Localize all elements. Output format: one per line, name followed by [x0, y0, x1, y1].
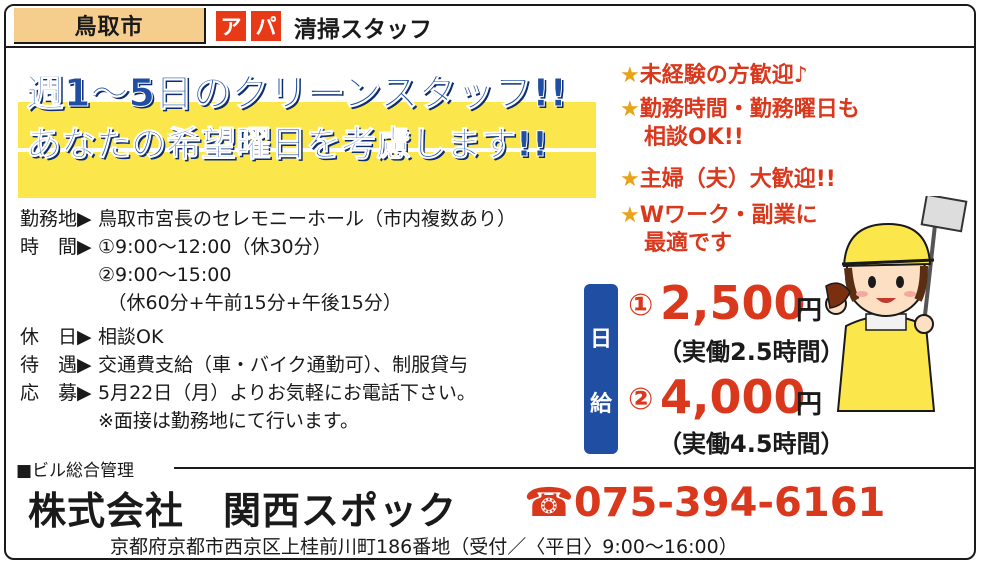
company-address: 京都府京都市西京区上桂前川町186番地（受付／〈平日〉9:00〜16:00）: [110, 536, 738, 558]
info-row-hours-break: （休60分+午前15分+午後15分）: [20, 290, 402, 316]
info-row-benefits: 待 遇▶ 交通費支給（車・バイク通勤可）、制服貸与: [20, 352, 468, 378]
info-value: （休60分+午前15分+午後15分）: [98, 292, 402, 314]
phone-icon: ☎: [524, 480, 574, 526]
pay-amount-1: 2,500: [660, 276, 806, 330]
info-value: 相談OK: [98, 326, 164, 348]
bullet-homemakers: ★主婦（夫）大歓迎!!: [620, 167, 836, 192]
info-row-location: 勤務地▶ 鳥取市宮長のセレモニーホール（市内複数あり）: [20, 206, 516, 232]
info-key: 待 遇▶: [20, 354, 92, 376]
info-value: ②9:00〜15:00: [98, 264, 232, 286]
pay-note-2: （実働4.5時間）: [658, 430, 845, 458]
star-icon: ★: [620, 203, 640, 228]
pay-unit-2: 円: [796, 390, 823, 420]
pay-mark-1: ①: [628, 288, 654, 323]
info-key: 勤務地▶: [20, 208, 92, 230]
star-icon: ★: [620, 97, 640, 122]
phone-number[interactable]: ☎075-394-6161: [524, 480, 885, 526]
pay-note-1: （実働2.5時間）: [658, 338, 845, 366]
info-row-apply: 応 募▶ 5月22日（月）よりお気軽にお電話下さい。: [20, 380, 476, 406]
pay-amount-2: 4,000: [660, 370, 806, 424]
ad-header: 鳥取市 ア パ 清掃スタッフ: [6, 6, 974, 48]
info-value: ※面接は勤務地にて行います。: [98, 410, 360, 432]
bullet-inexperienced: ★未経験の方歓迎♪: [620, 63, 808, 88]
badge-part-a: ア: [216, 11, 246, 41]
info-key: 応 募▶: [20, 382, 92, 404]
headline-line-2: あなたの希望曜日を考慮します!!: [26, 125, 549, 166]
info-value: 5月22日（月）よりお気軽にお電話下さい。: [98, 382, 476, 404]
info-value: 鳥取市宮長のセレモニーホール（市内複数あり）: [98, 208, 517, 230]
business-category: ■ビル総合管理: [16, 461, 135, 481]
info-value: 交通費支給（車・バイク通勤可）、制服貸与: [98, 354, 469, 376]
company-name: 株式会社 関西スポック: [28, 489, 458, 533]
pay-unit-1: 円: [796, 296, 823, 326]
job-ad-card: 鳥取市 ア パ 清掃スタッフ 週1〜5日のクリーンスタッフ!! あなたの希望曜日…: [4, 4, 976, 560]
job-title: 清掃スタッフ: [294, 17, 432, 43]
star-icon: ★: [620, 167, 640, 192]
info-row-interview-note: ※面接は勤務地にて行います。: [20, 408, 359, 434]
info-row-hours: 時 間▶ ①9:00〜12:00（休30分）: [20, 234, 332, 260]
pay-mark-2: ②: [628, 382, 654, 417]
bullet-sidejob: ★Wワーク・副業に 最適です: [620, 203, 818, 256]
location-tab: 鳥取市: [14, 8, 206, 44]
info-row-hours-2: ②9:00〜15:00: [20, 262, 231, 288]
info-value: ①9:00〜12:00（休30分）: [98, 236, 332, 258]
info-key: 時 間▶: [20, 236, 92, 258]
cleaning-staff-illustration: [825, 196, 968, 412]
badge-part-pa: パ: [251, 11, 281, 41]
info-key: 休 日▶: [20, 326, 92, 348]
info-row-holiday: 休 日▶ 相談OK: [20, 324, 163, 350]
headline-line-1: 週1〜5日のクリーンスタッフ!!: [26, 71, 568, 116]
daily-wage-label: 日 給: [584, 284, 618, 454]
bullet-schedule: ★勤務時間・勤務曜日も 相談OK!!: [620, 97, 860, 150]
footer-divider: [174, 467, 974, 469]
star-icon: ★: [620, 63, 640, 88]
